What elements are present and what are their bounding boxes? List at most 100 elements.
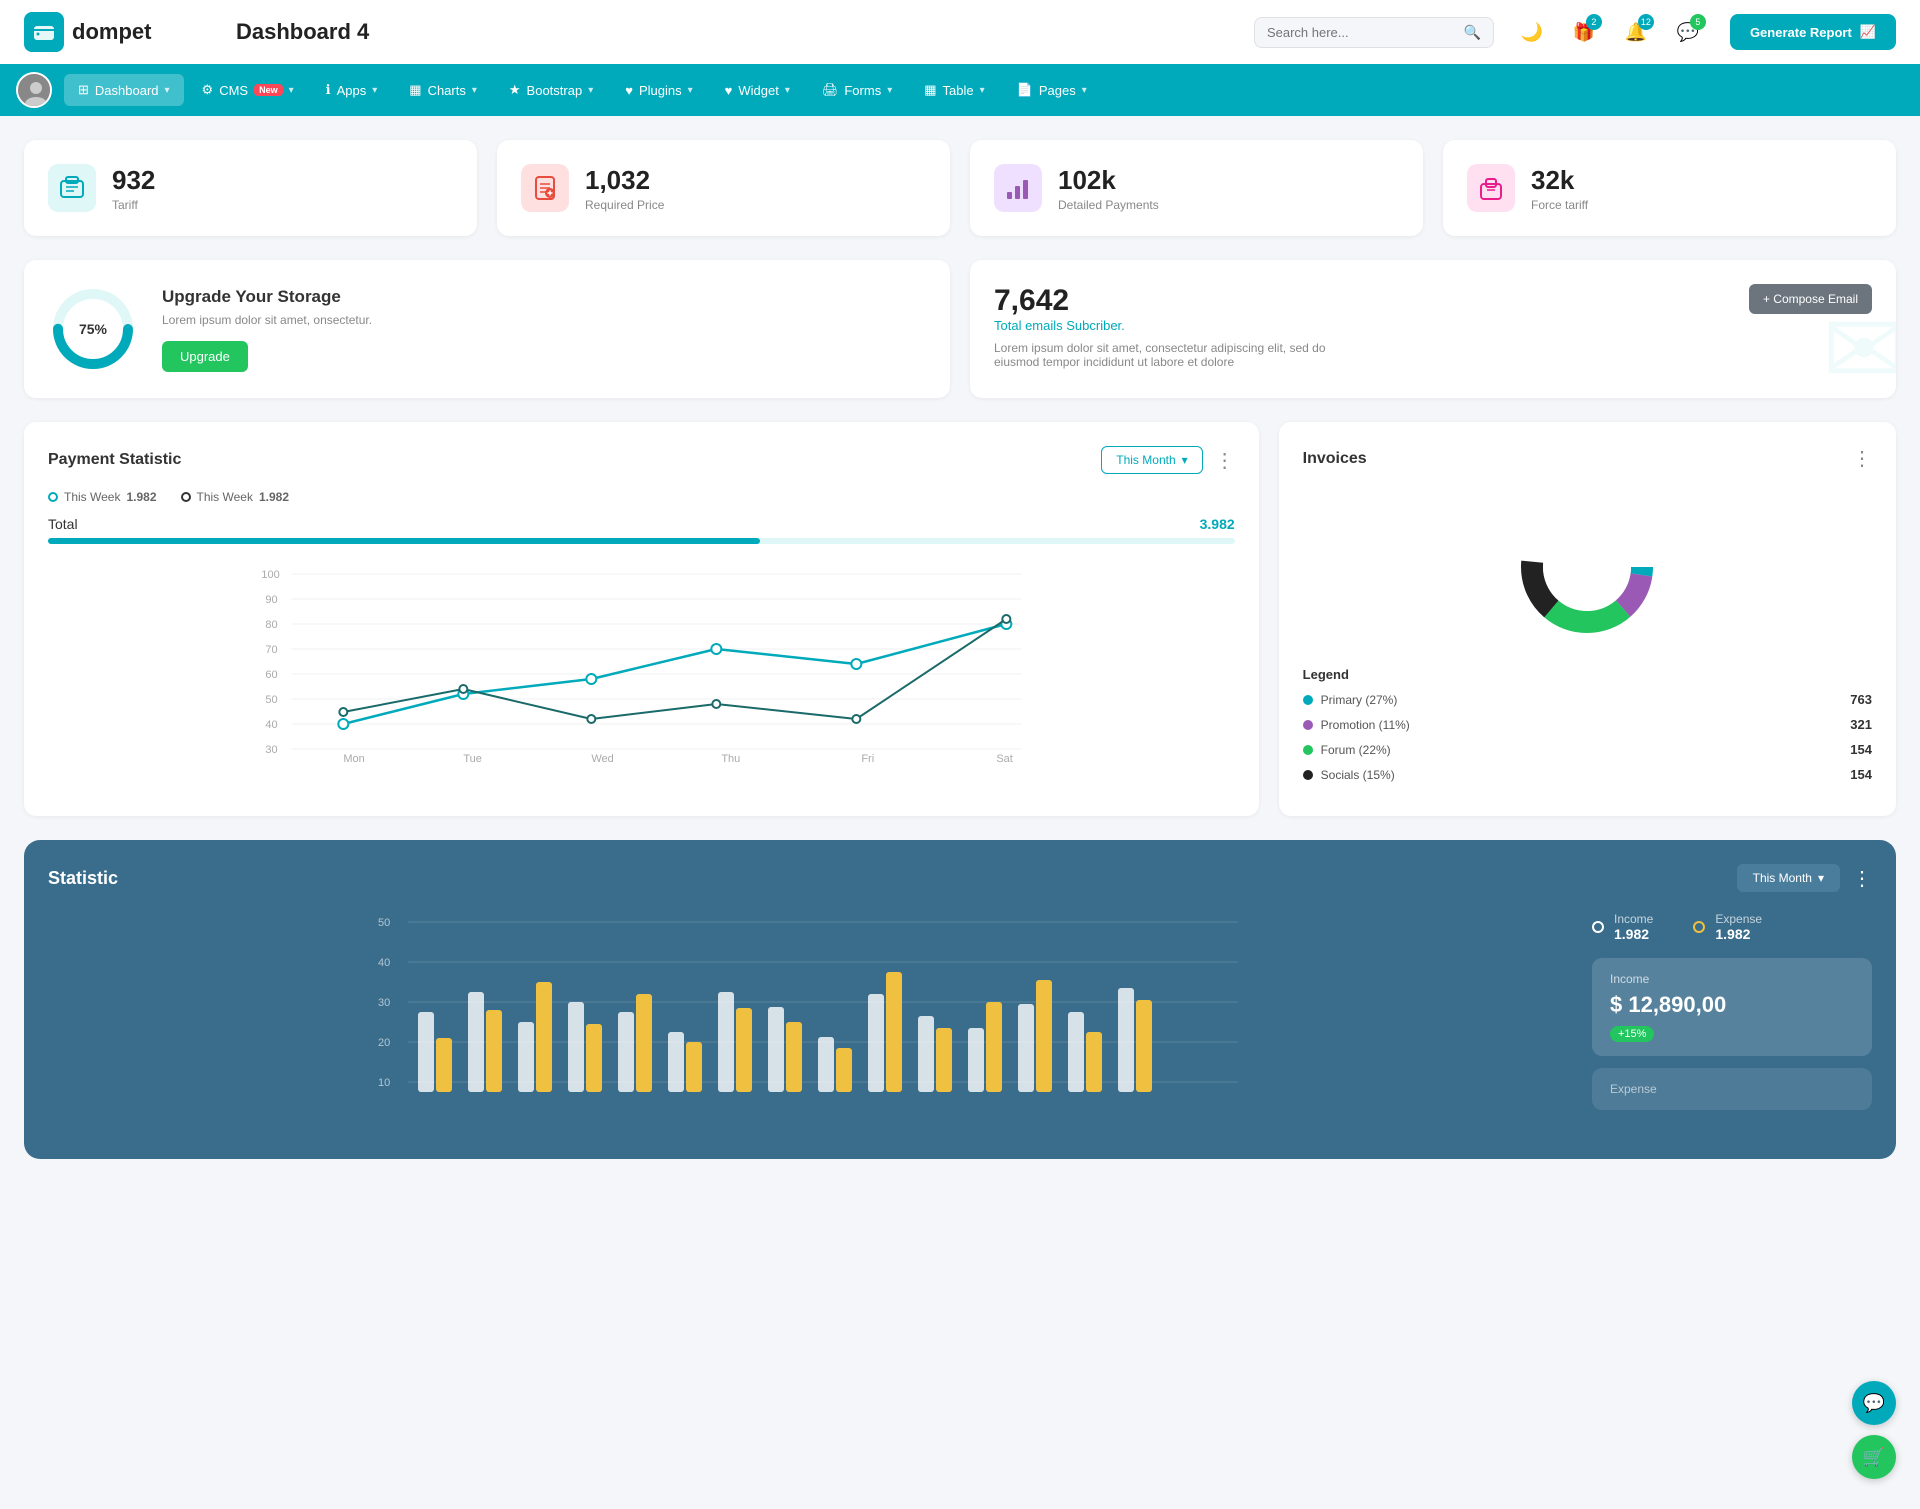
promotion-dot [1303, 720, 1313, 730]
tariff-icon [48, 164, 96, 212]
bar-chart-svg: 50 40 30 20 10 [48, 912, 1568, 1132]
chevron-down-icon: ▾ [289, 85, 294, 96]
fab-area: 💬 🛒 [1852, 1381, 1896, 1479]
navbar-item-cms[interactable]: ⚙ CMS New ▾ [188, 74, 308, 106]
income-box: Income $ 12,890,00 +15% [1592, 958, 1872, 1056]
gift-btn[interactable]: 🎁 2 [1566, 14, 1602, 50]
legend-row: This Week 1.982 This Week 1.982 [48, 490, 1235, 504]
more-options-btn[interactable]: ⋮ [1215, 448, 1235, 473]
legend-item-1: This Week 1.982 [48, 490, 157, 504]
invoice-legend-title: Legend [1303, 667, 1872, 682]
storage-title: Upgrade Your Storage [162, 287, 372, 307]
detailed-payments-label: Detailed Payments [1058, 198, 1159, 212]
svg-text:40: 40 [378, 957, 390, 969]
navbar-item-table[interactable]: ▦ Table ▾ [910, 74, 998, 106]
legend-primary: Primary (27%) 763 [1303, 692, 1872, 707]
svg-text:90: 90 [265, 594, 277, 606]
charts-icon: ▦ [409, 82, 421, 98]
storage-info: Upgrade Your Storage Lorem ipsum dolor s… [162, 287, 372, 372]
invoice-header: Invoices ⋮ [1303, 446, 1872, 471]
expense-dot [1693, 921, 1705, 933]
svg-text:80: 80 [265, 619, 277, 631]
upgrade-button[interactable]: Upgrade [162, 341, 248, 372]
svg-text:Thu: Thu [721, 753, 740, 765]
svg-text:20: 20 [378, 1037, 390, 1049]
chevron-down-icon: ▾ [887, 85, 892, 96]
progress-fill [48, 538, 760, 544]
navbar-item-forms[interactable]: 🖨 Forms ▾ [808, 74, 906, 106]
required-price-icon [521, 164, 569, 212]
middle-row: 75% Upgrade Your Storage Lorem ipsum dol… [24, 260, 1896, 398]
navbar-item-pages[interactable]: 📄 Pages ▾ [1003, 74, 1101, 106]
chevron-down-icon: ▾ [785, 85, 790, 96]
force-tariff-info: 32k Force tariff [1531, 165, 1588, 212]
gift-badge: 2 [1586, 14, 1602, 30]
navbar-item-dashboard[interactable]: ⊞ Dashboard ▾ [64, 74, 184, 106]
bell-badge: 12 [1638, 14, 1654, 30]
storage-donut: 75% [48, 284, 138, 374]
search-input[interactable] [1267, 25, 1456, 40]
chevron-down-icon: ▾ [688, 85, 693, 96]
invoice-donut-svg [1507, 487, 1667, 647]
income-dot [1592, 921, 1604, 933]
generate-report-button[interactable]: Generate Report 📈 [1730, 14, 1896, 50]
navbar-item-bootstrap[interactable]: ★ Bootstrap ▾ [495, 74, 607, 106]
logo-area: dompet [24, 12, 204, 52]
widget-icon: ♥ [725, 83, 733, 98]
invoice-card: Invoices ⋮ Legend [1279, 422, 1896, 816]
forum-dot [1303, 745, 1313, 755]
legend-item-2: This Week 1.982 [181, 490, 290, 504]
logo-icon [24, 12, 64, 52]
tariff-label: Tariff [112, 198, 155, 212]
svg-text:70: 70 [265, 644, 277, 656]
statistic-header: Statistic This Month ▾ ⋮ [48, 864, 1872, 892]
email-count-area: 7,642 Total emails Subcriber. Lorem ipsu… [994, 284, 1569, 369]
navbar-item-apps[interactable]: ℹ Apps ▾ [312, 74, 392, 106]
tariff-value: 932 [112, 165, 155, 196]
email-card: 7,642 Total emails Subcriber. Lorem ipsu… [970, 260, 1896, 398]
legend-dot-1 [48, 492, 58, 502]
email-card-top: 7,642 Total emails Subcriber. Lorem ipsu… [994, 284, 1872, 369]
email-subtitle: Total emails Subcriber. [994, 318, 1569, 333]
this-month-filter[interactable]: This Month ▾ [1101, 446, 1202, 474]
theme-toggle-btn[interactable]: 🌙 [1514, 14, 1550, 50]
email-bg-icon: ✉ [1822, 291, 1896, 398]
line-chart-svg: 100 90 80 70 60 50 40 30 Mon Tue Wed Thu… [48, 564, 1235, 764]
main-content: 932 Tariff 1,032 Required Price 102k Det… [0, 116, 1920, 1159]
fab-cart-btn[interactable]: 🛒 [1852, 1435, 1896, 1479]
svg-text:Tue: Tue [463, 753, 482, 765]
email-count: 7,642 [994, 284, 1569, 318]
legend-socials: Socials (15%) 154 [1303, 767, 1872, 782]
chat-btn[interactable]: 💬 5 [1670, 14, 1706, 50]
required-price-label: Required Price [585, 198, 664, 212]
chart-icon: 📈 [1860, 24, 1876, 40]
statistic-month-filter[interactable]: This Month ▾ [1737, 864, 1840, 892]
fab-support-btn[interactable]: 💬 [1852, 1381, 1896, 1425]
navbar-item-plugins[interactable]: ♥ Plugins ▾ [611, 75, 706, 106]
statistic-title: Statistic [48, 868, 118, 889]
invoice-more-btn[interactable]: ⋮ [1852, 446, 1872, 471]
force-tariff-label: Force tariff [1531, 198, 1588, 212]
navbar-item-widget[interactable]: ♥ Widget ▾ [711, 75, 804, 106]
search-box[interactable]: 🔍 [1254, 17, 1494, 48]
legend-promotion: Promotion (11%) 321 [1303, 717, 1872, 732]
stat-card-force-tariff: 32k Force tariff [1443, 140, 1896, 236]
chart-header: Payment Statistic This Month ▾ ⋮ [48, 446, 1235, 474]
statistic-body: 50 40 30 20 10 [48, 912, 1872, 1135]
chevron-down-icon: ▾ [1082, 85, 1087, 96]
svg-text:Mon: Mon [343, 753, 364, 765]
statistic-controls: This Month ▾ ⋮ [1737, 864, 1872, 892]
socials-dot [1303, 770, 1313, 780]
statistic-side-panel: Income 1.982 Expense 1.982 Income $ [1592, 912, 1872, 1135]
svg-text:50: 50 [265, 694, 277, 706]
invoice-donut-wrap [1303, 487, 1872, 647]
total-row: Total 3.982 [48, 516, 1235, 532]
legend-forum: Forum (22%) 154 [1303, 742, 1872, 757]
bell-btn[interactable]: 🔔 12 [1618, 14, 1654, 50]
navbar-item-charts[interactable]: ▦ Charts ▾ [395, 74, 491, 106]
pages-icon: 📄 [1017, 82, 1033, 98]
storage-card: 75% Upgrade Your Storage Lorem ipsum dol… [24, 260, 950, 398]
income-item: Income 1.982 [1592, 912, 1653, 942]
statistic-more-btn[interactable]: ⋮ [1852, 866, 1872, 891]
invoice-title: Invoices [1303, 450, 1367, 468]
